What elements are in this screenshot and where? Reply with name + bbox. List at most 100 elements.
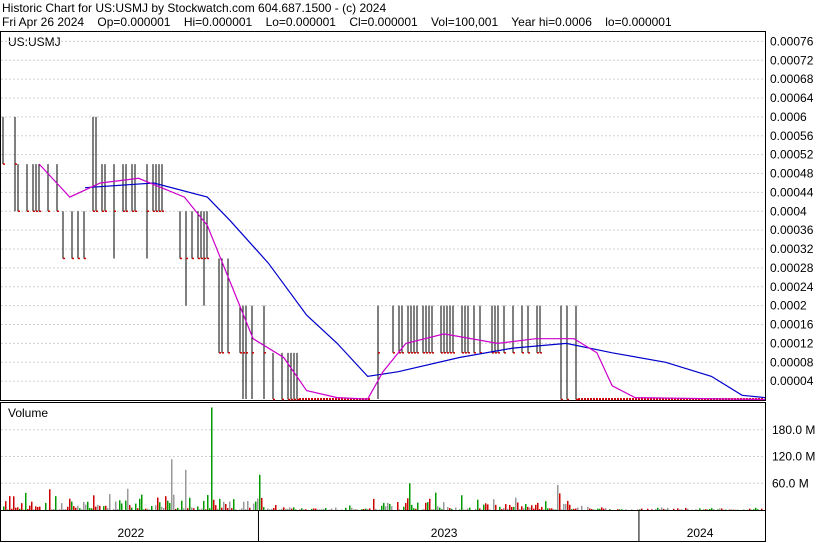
volume-bar	[557, 484, 559, 510]
volume-bar	[545, 501, 547, 510]
volume-bar	[541, 506, 543, 510]
volume-bar	[621, 509, 623, 510]
volume-bar	[207, 494, 209, 510]
volume-bar	[559, 493, 561, 510]
volume-bar	[311, 508, 313, 510]
volume-bar	[755, 507, 757, 510]
volume-bar	[9, 496, 11, 510]
volume-bar	[527, 506, 529, 510]
volume-bar	[143, 509, 145, 510]
volume-bar	[389, 503, 391, 510]
volume-bar	[513, 506, 515, 510]
volume-bar	[99, 505, 101, 510]
volume-bar	[209, 508, 211, 510]
volume-bar	[631, 509, 633, 510]
volume-bar	[21, 503, 23, 510]
volume-bar	[533, 508, 535, 510]
volume-bar	[325, 507, 327, 510]
price-y-tick-label: 0.00048	[770, 167, 814, 181]
volume-bar	[717, 509, 719, 510]
volume-bar	[289, 507, 291, 510]
volume-bar	[257, 498, 259, 510]
price-y-tick-label: 0.0006	[770, 110, 807, 124]
volume-bar	[335, 507, 337, 510]
volume-bar	[591, 509, 593, 510]
volume-bar	[141, 494, 143, 510]
volume-bar	[435, 492, 437, 510]
volume-bar	[459, 509, 461, 510]
volume-bar	[417, 502, 419, 510]
volume-bar	[55, 496, 57, 510]
volume-bar	[39, 506, 41, 510]
volume-bar	[565, 503, 567, 510]
volume-bar	[125, 500, 127, 510]
volume-bar	[81, 509, 83, 510]
volume-bar	[155, 505, 157, 510]
volume-bar	[599, 508, 601, 510]
volume-bar	[249, 507, 251, 510]
volume-bar	[501, 509, 503, 510]
volume-bar	[345, 507, 347, 510]
volume-bar	[85, 504, 87, 510]
volume-bar	[547, 508, 549, 510]
volume-bar	[495, 504, 497, 510]
volume-bar	[575, 508, 577, 510]
volume-bar	[231, 508, 233, 510]
volume-bar	[515, 497, 517, 510]
volume-bar	[753, 509, 755, 510]
time-axis-frame	[0, 510, 766, 542]
volume-bar	[245, 509, 247, 510]
volume-bar	[673, 508, 675, 510]
volume-bar	[433, 509, 435, 510]
volume-bar	[49, 489, 51, 510]
volume-bar	[243, 501, 245, 510]
volume-bar	[601, 507, 603, 510]
volume-bar	[391, 506, 393, 510]
volume-bar	[567, 500, 569, 510]
volume-bar	[667, 507, 669, 510]
volume-bar	[121, 503, 123, 510]
volume-bar	[11, 508, 13, 510]
volume-bar	[569, 504, 571, 510]
volume-bar	[369, 508, 371, 510]
volume-bar	[63, 509, 65, 510]
price-y-tick-label: 0.00008	[770, 355, 814, 369]
volume-bar	[655, 508, 657, 510]
volume-bar	[561, 509, 563, 510]
volume-bar	[749, 508, 751, 510]
volume-bar	[31, 501, 33, 510]
volume-bar	[25, 492, 27, 510]
volume-bar	[197, 506, 199, 510]
volume-bar	[757, 509, 759, 510]
volume-bar	[223, 501, 225, 510]
volume-bar	[429, 498, 431, 510]
volume-bar	[105, 505, 107, 510]
volume-bar	[287, 508, 289, 510]
volume-bar	[397, 502, 399, 510]
volume-bar	[173, 494, 175, 510]
volume-bar	[147, 508, 149, 510]
volume-bar	[177, 507, 179, 510]
volume-bar	[227, 508, 229, 510]
volume-bar	[61, 503, 63, 510]
volume-bar	[537, 502, 539, 510]
volume-bar	[553, 509, 555, 510]
volume-bar	[77, 505, 79, 510]
volume-bar	[687, 508, 689, 510]
volume-bar	[523, 508, 525, 510]
volume-bar	[695, 509, 697, 510]
volume-bar	[505, 504, 507, 510]
volume-bar	[119, 500, 121, 510]
volume-bar	[571, 509, 573, 510]
volume-bar	[275, 504, 277, 510]
volume-bar	[661, 507, 663, 510]
volume-bar	[151, 505, 153, 510]
volume-bar	[525, 504, 527, 510]
x-axis-year-label: 2024	[687, 526, 714, 540]
volume-bar	[507, 508, 509, 510]
volume-bar	[531, 505, 533, 510]
volume-bar	[261, 497, 263, 510]
volume-bar	[3, 506, 5, 510]
volume-bar	[225, 503, 227, 510]
volume-bar	[511, 506, 513, 510]
